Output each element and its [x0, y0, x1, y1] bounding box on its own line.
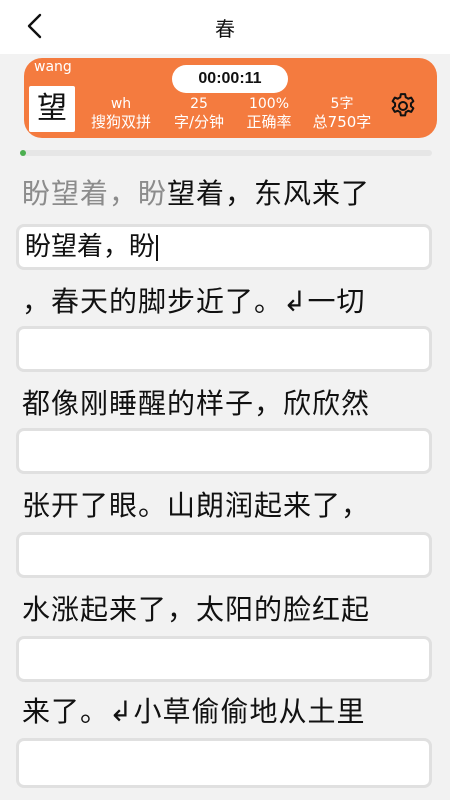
progress-bar	[20, 150, 432, 156]
speed-value: 25	[190, 96, 208, 112]
source-line-remaining: ，春天的脚步近了。↲一切	[22, 285, 366, 318]
page-title: 春	[215, 17, 235, 41]
input-line-6[interactable]	[16, 738, 432, 788]
settings-button[interactable]	[385, 88, 421, 124]
accuracy-value: 100%	[248, 96, 290, 112]
source-line-typed: 盼望着，盼	[22, 177, 168, 210]
accuracy-label: 正确率	[246, 113, 292, 131]
input-line-3[interactable]	[16, 428, 432, 474]
current-pinyin: wang	[34, 59, 72, 75]
input-line-5[interactable]	[16, 636, 432, 682]
accuracy-stat: 100% 正确率	[234, 95, 304, 131]
source-line-remaining: 都像刚睡醒的样子，欣欣然	[22, 387, 371, 420]
stats-card: wang 望 00:00:11 wh 搜狗双拼 25 字/分钟 100% 正确率…	[24, 58, 437, 138]
count-stat: 5字 总750字	[306, 95, 378, 131]
input-line-1[interactable]: 盼望着，盼	[16, 224, 432, 270]
source-line-5: 水涨起来了，太阳的脸红起	[22, 588, 370, 628]
input-line-4[interactable]	[16, 532, 432, 578]
speed-stat: 25 字/分钟	[164, 95, 234, 131]
gear-icon	[391, 93, 415, 117]
scheme-label: 搜狗双拼	[90, 113, 151, 131]
typed-count: 5字	[330, 96, 354, 112]
text-caret	[156, 234, 159, 261]
source-line-remaining: 水涨起来了，太阳的脸红起	[22, 593, 371, 626]
elapsed-timer: 00:00:11	[172, 65, 288, 93]
typing-practice-screen: 春 wang 望 00:00:11 wh 搜狗双拼 25 字/分钟 100% 正…	[0, 0, 450, 800]
source-line-2: ，春天的脚步近了。↲一切	[22, 280, 365, 320]
input-line-text: 盼望着，盼	[25, 232, 156, 262]
progress-fill	[20, 150, 26, 156]
input-scheme-stat: wh 搜狗双拼	[86, 95, 156, 131]
source-line-3: 都像刚睡醒的样子，欣欣然	[22, 382, 370, 422]
scheme-code: wh	[110, 96, 132, 112]
source-line-remaining: 望着，东风来了	[167, 177, 371, 210]
source-line-4: 张开了眼。山朗润起来了，	[22, 484, 370, 524]
speed-label: 字/分钟	[173, 113, 225, 131]
source-line-1: 盼望着，盼望着，东风来了	[22, 172, 370, 212]
current-character: 望	[29, 86, 75, 132]
top-navigation-bar: 春	[0, 0, 450, 54]
source-line-6: 来了。↲小草偷偷地从土里	[22, 690, 365, 730]
total-count: 总750字	[312, 113, 372, 131]
source-line-remaining: 来了。↲小草偷偷地从土里	[22, 695, 366, 728]
source-line-remaining: 张开了眼。山朗润起来了，	[22, 489, 371, 522]
input-line-2[interactable]	[16, 326, 432, 372]
